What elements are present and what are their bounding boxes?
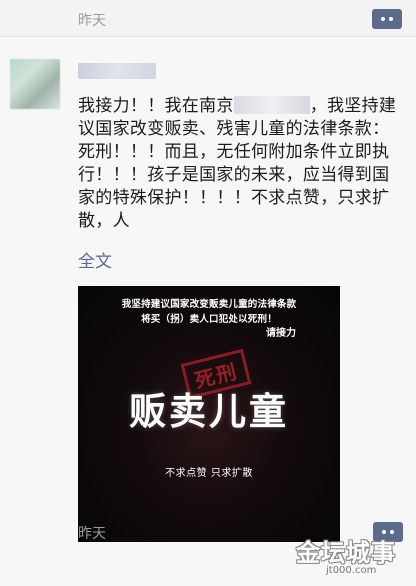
- avatar[interactable]: [10, 59, 60, 109]
- image-headline: 贩卖儿童: [129, 390, 289, 433]
- watermark: 金坛城事 jt000.com: [296, 533, 416, 586]
- full-text-link[interactable]: 全文: [78, 247, 112, 272]
- watermark-url: jt000.com: [326, 565, 377, 576]
- image-footer: 不求点赞 只求扩散: [165, 468, 253, 479]
- previous-post-timestamp: 昨天: [78, 13, 106, 29]
- image-relay-text: 请接力: [266, 328, 296, 339]
- username-redacted[interactable]: [78, 63, 156, 79]
- post-timestamp: 昨天: [78, 526, 106, 542]
- comment-dots-icon: [381, 17, 385, 21]
- post-text-part1: 我接力！！我在南京: [78, 96, 234, 116]
- image-line2: 将买（拐）卖人口犯处以死刑！: [141, 314, 277, 325]
- comment-button[interactable]: [372, 9, 402, 29]
- post-image[interactable]: 我坚持建议国家改变贩卖儿童的法律条款 将买（拐）卖人口犯处以死刑！ 请接力 死刑…: [78, 286, 340, 542]
- previous-post-footer: 昨天: [0, 0, 416, 36]
- post-text-part2: ，我坚持建议国家改变贩卖、残害儿童的法律条款：死刑！！！而且，无任何附加条件立即…: [78, 96, 397, 231]
- moments-post: 我接力！！我在南京 ，我坚持建议国家改变贩卖、残害儿童的法律条款：死刑！！！而且，…: [0, 37, 416, 586]
- location-redaction: [233, 96, 310, 114]
- post-text: 我接力！！我在南京 ，我坚持建议国家改变贩卖、残害儿童的法律条款：死刑！！！而且，…: [78, 95, 403, 233]
- watermark-logo: 金坛城事: [296, 539, 396, 567]
- image-line1: 我坚持建议国家改变贩卖儿童的法律条款: [121, 299, 297, 310]
